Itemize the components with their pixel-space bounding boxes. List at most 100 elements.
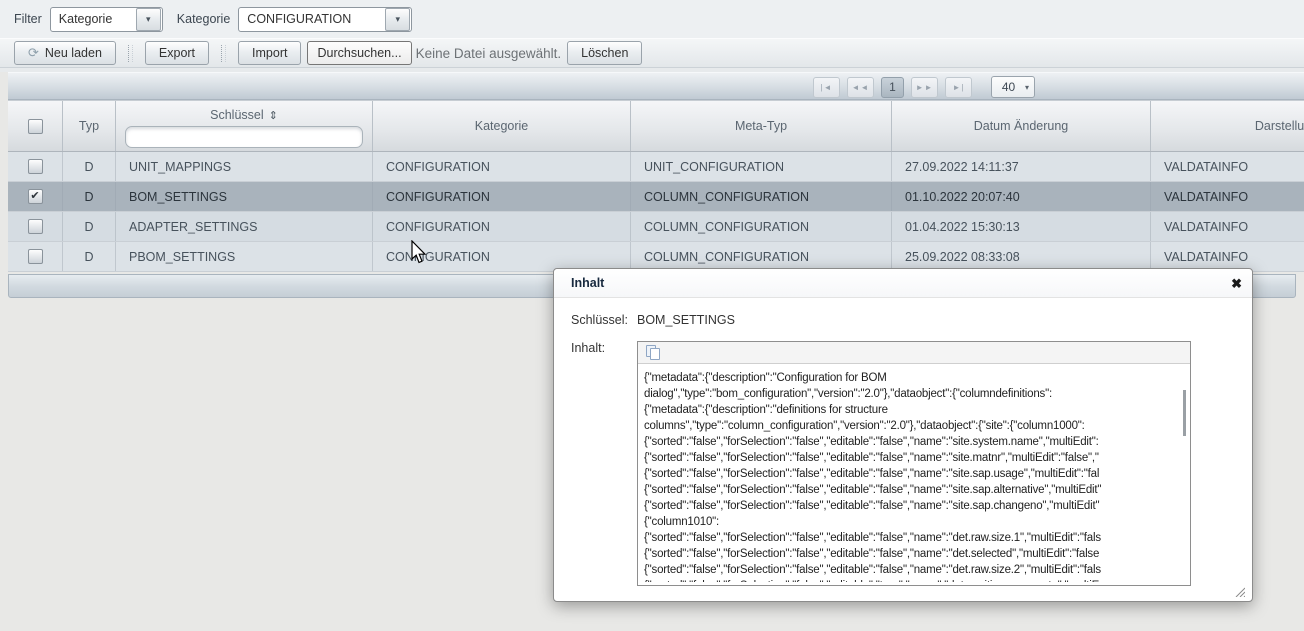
filter-bar: Filter Kategorie ▾ Kategorie CONFIGURATI… (0, 0, 1304, 38)
cell-darstellung: VALDATAINFO (1150, 212, 1304, 241)
content-text[interactable]: {"metadata":{"description":"Configuratio… (638, 364, 1190, 582)
content-label: Inhalt: (571, 341, 637, 355)
filter-label: Filter (14, 12, 42, 26)
cell-kategorie: CONFIGURATION (372, 152, 630, 181)
content-textarea[interactable]: {"metadata":{"description":"Configuratio… (637, 341, 1191, 586)
content-line: {"sorted":"false","forSelection":"false"… (644, 498, 1184, 514)
previous-page-button[interactable]: ◄◄ (847, 77, 874, 98)
table-row[interactable]: ✔ D ADAPTER_SETTINGS CONFIGURATION COLUM… (8, 212, 1304, 242)
toolbar: ⟳ Neu laden Export Import Durchsuchen...… (0, 38, 1304, 68)
check-icon: ✔ (30, 191, 39, 202)
sort-icon[interactable]: ⇕ (269, 110, 278, 122)
cell-meta-typ: COLUMN_CONFIGURATION (630, 182, 891, 211)
cell-datum: 25.09.2022 08:33:08 (891, 242, 1150, 271)
column-header-kategorie[interactable]: Kategorie (372, 101, 630, 151)
first-page-button[interactable]: |◄ (813, 77, 840, 98)
cell-schluessel: BOM_SETTINGS (115, 182, 372, 211)
chevron-down-icon: ▾ (1025, 83, 1034, 92)
delete-button[interactable]: Löschen (567, 41, 642, 65)
current-page-button[interactable]: 1 (881, 77, 904, 98)
cell-typ: D (62, 182, 115, 211)
current-page-number: 1 (889, 80, 896, 94)
key-label: Schlüssel: (571, 313, 637, 327)
cell-schluessel: UNIT_MAPPINGS (115, 152, 372, 181)
import-button-label: Import (252, 46, 287, 60)
copy-icon[interactable] (646, 345, 660, 360)
content-line: {"sorted":"false","forSelection":"false"… (644, 466, 1184, 482)
row-select-cell: ✔ (8, 182, 62, 211)
next-page-button[interactable]: ►► (911, 77, 938, 98)
dialog-content-label-row: Inhalt: (571, 341, 637, 355)
category-dropdown-button[interactable]: ▾ (385, 8, 410, 31)
cell-schluessel: ADAPTER_SETTINGS (115, 212, 372, 241)
key-value: BOM_SETTINGS (637, 313, 735, 327)
column-header-label: Typ (79, 119, 99, 133)
resize-handle-icon[interactable] (1233, 585, 1245, 597)
cell-darstellung: VALDATAINFO (1150, 182, 1304, 211)
content-line: {"sorted":"false","forSelection":"false"… (644, 530, 1184, 546)
row-select-cell: ✔ (8, 212, 62, 241)
toolbar-separator (128, 45, 133, 62)
export-button-label: Export (159, 46, 195, 60)
content-line: {"sorted":"false","forSelection":"false"… (644, 434, 1184, 450)
column-header-typ[interactable]: Typ (62, 101, 115, 151)
column-header-label: Meta-Typ (735, 119, 787, 133)
pagination-bar: |◄ ◄◄ 1 ►► ►| 40 ▾ (8, 72, 1304, 100)
content-line: {"sorted":"false","forSelection":"false"… (644, 450, 1184, 466)
content-line: {"metadata":{"description":"definitions … (644, 402, 1184, 418)
content-line: columns","type":"column_configuration","… (644, 418, 1184, 434)
table-row[interactable]: ✔ D UNIT_MAPPINGS CONFIGURATION UNIT_CON… (8, 152, 1304, 182)
cell-meta-typ: COLUMN_CONFIGURATION (630, 212, 891, 241)
scrollbar-thumb[interactable] (1183, 390, 1186, 436)
column-header-label: Schlüssel (210, 108, 264, 122)
dialog-key-row: Schlüssel: BOM_SETTINGS (571, 313, 735, 327)
next-page-icon: ►► (916, 83, 934, 92)
cell-datum: 27.09.2022 14:11:37 (891, 152, 1150, 181)
key-filter-input[interactable] (125, 126, 363, 148)
content-line: {"column1010": (644, 514, 1184, 530)
file-status-text: Keine Datei ausgewählt. (416, 46, 562, 61)
content-toolbar (638, 342, 1190, 364)
dialog-titlebar[interactable]: Inhalt ✖ (554, 269, 1252, 298)
column-header-meta-typ[interactable]: Meta-Typ (630, 101, 891, 151)
column-header-darstellung[interactable]: Darstellung (1150, 101, 1304, 151)
table-row-selected[interactable]: ✔ D BOM_SETTINGS CONFIGURATION COLUMN_CO… (8, 182, 1304, 212)
pagination-controls: |◄ ◄◄ 1 ►► ►| 40 ▾ (813, 76, 1035, 98)
cell-meta-typ: COLUMN_CONFIGURATION (630, 242, 891, 271)
row-checkbox[interactable]: ✔ (28, 159, 43, 174)
cell-datum: 01.10.2022 20:07:40 (891, 182, 1150, 211)
reload-button[interactable]: ⟳ Neu laden (14, 41, 116, 65)
chevron-down-icon: ▾ (146, 14, 151, 25)
column-header-label: Datum Änderung (974, 119, 1069, 133)
row-checkbox[interactable]: ✔ (28, 219, 43, 234)
cell-datum: 01.04.2022 15:30:13 (891, 212, 1150, 241)
page-size-value: 40 (992, 80, 1025, 94)
category-combobox[interactable]: CONFIGURATION ▾ (238, 7, 412, 32)
delete-button-label: Löschen (581, 46, 628, 60)
category-value: CONFIGURATION (239, 12, 385, 26)
content-line: {"sorted":"false","forSelection":"false"… (644, 546, 1184, 562)
column-header-datum-aenderung[interactable]: Datum Änderung (891, 101, 1150, 151)
content-line: {"metadata":{"description":"Configuratio… (644, 370, 1184, 386)
toolbar-separator (221, 45, 226, 62)
column-header-schluessel[interactable]: Schlüssel ⇕ (115, 101, 372, 151)
cell-typ: D (62, 152, 115, 181)
last-page-icon: ►| (953, 83, 965, 92)
inhalt-dialog: Inhalt ✖ Schlüssel: BOM_SETTINGS Inhalt:… (553, 268, 1253, 602)
export-button[interactable]: Export (145, 41, 209, 65)
select-all-checkbox[interactable]: ✔ (28, 119, 43, 134)
select-all-header-cell: ✔ (8, 101, 62, 151)
row-checkbox[interactable]: ✔ (28, 249, 43, 264)
data-grid: ✔ Typ Schlüssel ⇕ Kategorie Meta-Typ Datu… (8, 100, 1304, 272)
cell-kategorie: CONFIGURATION (372, 212, 630, 241)
import-button[interactable]: Import (238, 41, 301, 65)
row-checkbox-checked[interactable]: ✔ (28, 189, 43, 204)
cell-kategorie: CONFIGURATION (372, 182, 630, 211)
last-page-button[interactable]: ►| (945, 77, 972, 98)
content-line: {"sorted":"false","forSelection":"false"… (644, 482, 1184, 498)
filter-type-combobox[interactable]: Kategorie ▾ (50, 7, 163, 32)
browse-file-button[interactable]: Durchsuchen... (307, 41, 411, 65)
page-size-select[interactable]: 40 ▾ (991, 76, 1035, 98)
filter-type-dropdown-button[interactable]: ▾ (136, 8, 161, 31)
close-icon[interactable]: ✖ (1231, 277, 1242, 290)
